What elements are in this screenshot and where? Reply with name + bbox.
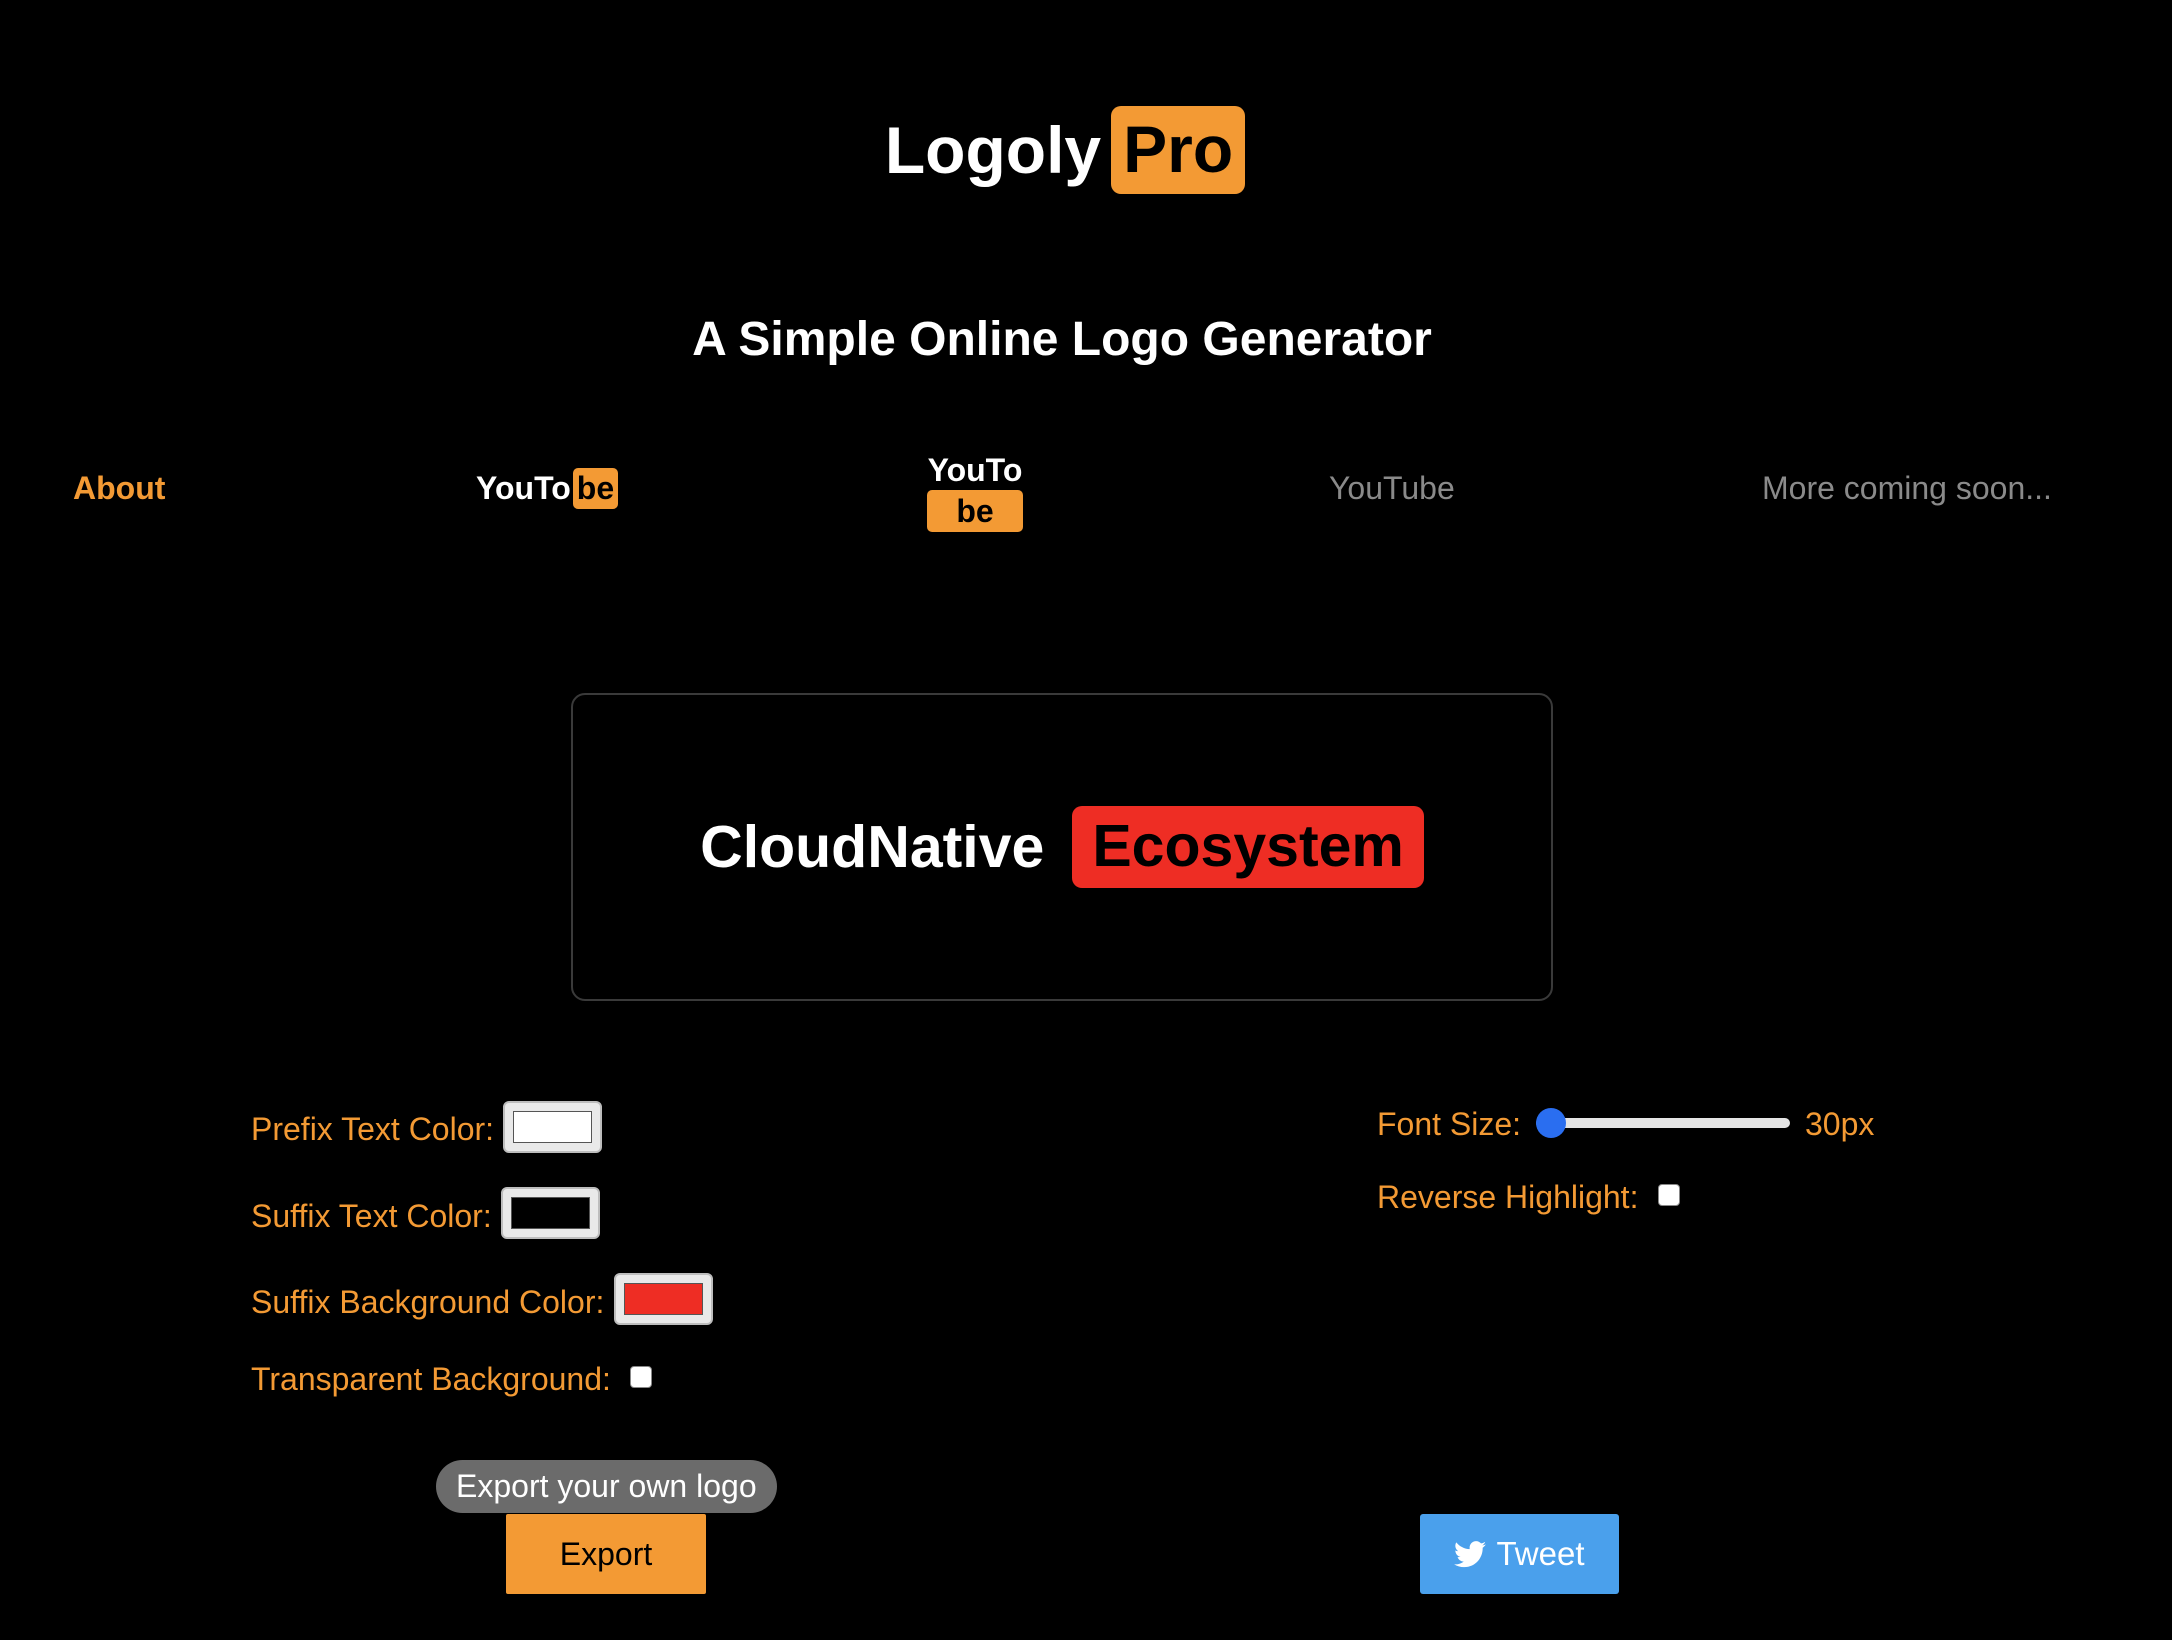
prefix-text-color-label: Prefix Text Color: (251, 1111, 495, 1147)
nav-style-plain[interactable]: YouTube (1329, 470, 1455, 507)
nav-style-inline[interactable]: YouTo be (476, 468, 619, 509)
nav-style-stacked[interactable]: YouTo be (927, 450, 1023, 532)
font-size-slider[interactable] (1536, 1108, 1790, 1138)
slider-thumb[interactable] (1536, 1108, 1566, 1138)
transparent-bg-checkbox[interactable] (630, 1366, 652, 1388)
prefix-text-color-picker[interactable] (503, 1101, 602, 1153)
suffix-color-fill (511, 1197, 590, 1229)
logo-preview: CloudNative Ecosystem (700, 806, 1424, 888)
logo-prefix: Logoly (884, 112, 1102, 187)
nav-about-link[interactable]: About (73, 470, 165, 507)
tweet-label: Tweet (1496, 1535, 1585, 1572)
logo-preview-box: CloudNative Ecosystem (571, 693, 1553, 1001)
style-inline-suffix: be (572, 468, 619, 509)
export-tooltip: Export your own logo (436, 1460, 777, 1513)
suffix-text-color-label: Suffix Text Color: (251, 1198, 492, 1234)
reverse-highlight-checkbox[interactable] (1658, 1184, 1680, 1206)
prefix-color-fill (513, 1111, 592, 1143)
reverse-highlight-label: Reverse Highlight: (1377, 1179, 1639, 1215)
suffix-bg-color-picker[interactable] (614, 1273, 713, 1325)
export-button[interactable]: Export (506, 1514, 706, 1594)
suffix-text-color-picker[interactable] (501, 1187, 600, 1239)
nav-more-coming-soon: More coming soon... (1762, 470, 2052, 506)
suffix-bg-color-fill (624, 1283, 703, 1315)
twitter-bird-icon (1454, 1540, 1487, 1567)
style-inline-prefix: YouTo (476, 470, 571, 506)
app-logo: Logoly Pro (0, 106, 2130, 194)
preview-suffix-text[interactable]: Ecosystem (1072, 806, 1424, 888)
logo-suffix-badge: Pro (1111, 106, 1246, 194)
preview-prefix-text[interactable]: CloudNative (700, 813, 1044, 881)
slider-track (1536, 1118, 1790, 1128)
transparent-bg-label: Transparent Background: (251, 1361, 611, 1397)
page-subtitle: A Simple Online Logo Generator (692, 313, 1432, 366)
style-stacked-suffix: be (927, 490, 1023, 532)
suffix-bg-color-label: Suffix Background Color: (251, 1284, 605, 1320)
font-size-label: Font Size: (1377, 1106, 1522, 1142)
style-stacked-prefix: YouTo (927, 452, 1023, 488)
font-size-value: 30px (1805, 1106, 1875, 1142)
tweet-button[interactable]: Tweet (1420, 1514, 1619, 1594)
